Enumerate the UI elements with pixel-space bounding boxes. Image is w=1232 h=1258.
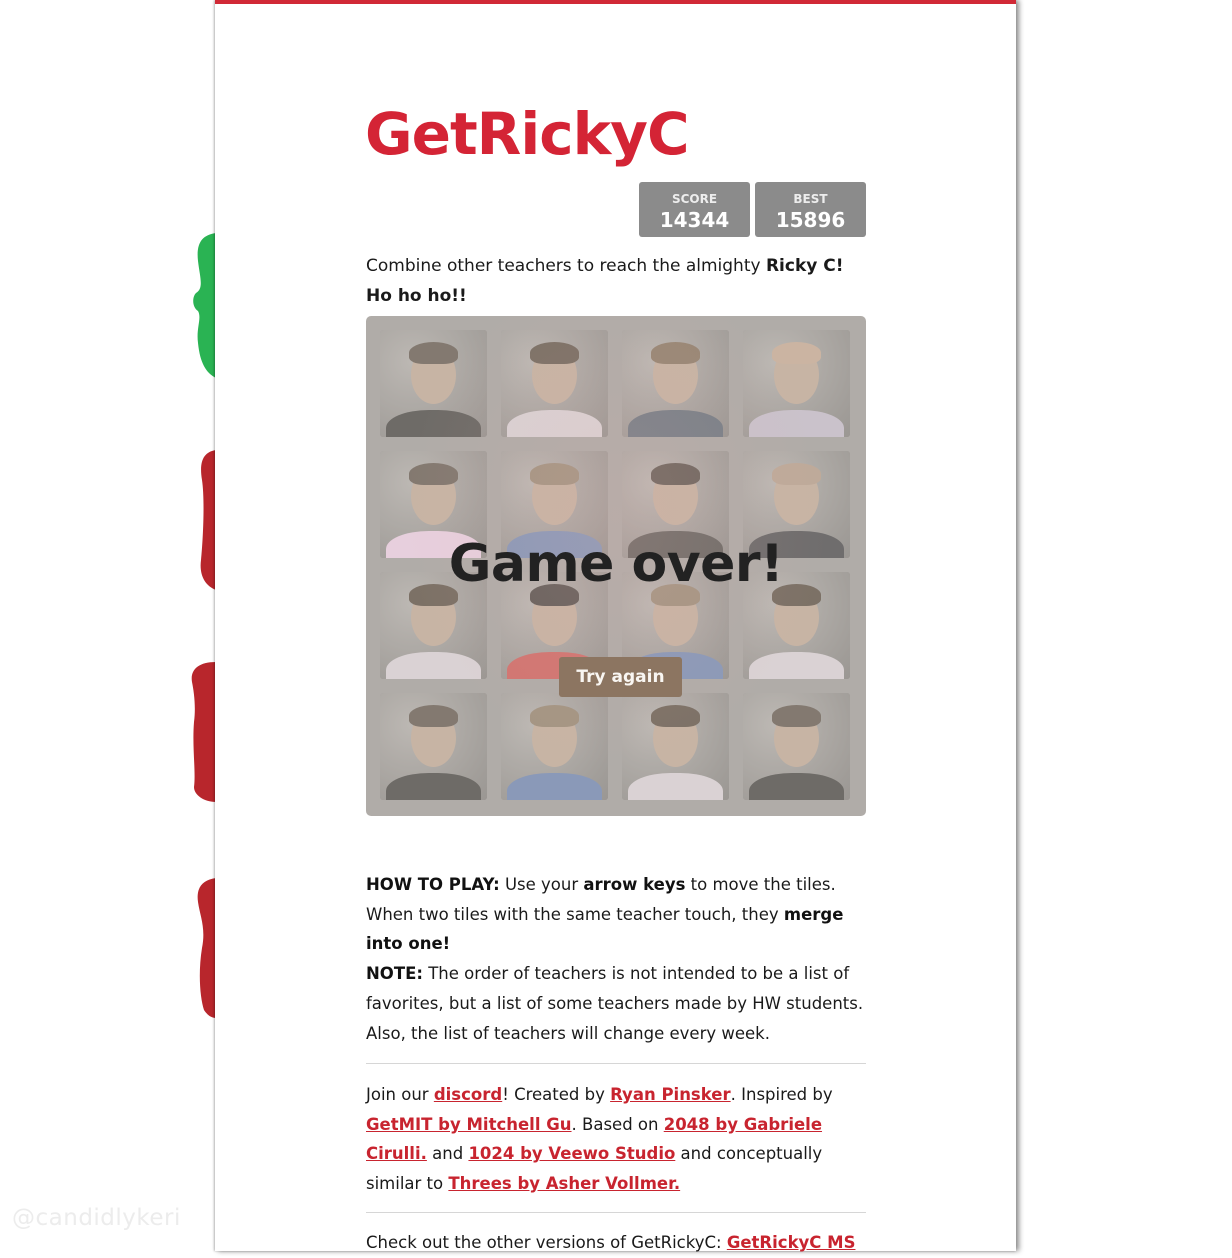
score-label: SCORE [671, 192, 718, 206]
red-decoration-shape [200, 450, 216, 590]
red-decoration-shape [191, 662, 216, 802]
red-decoration-shape [197, 878, 216, 1018]
divider [366, 1212, 866, 1213]
other-versions-text: Check out the other versions of GetRicky… [366, 1233, 727, 1252]
credits-text: . Based on [571, 1114, 664, 1134]
ms-version-link[interactable]: GetRickyC MS [727, 1233, 856, 1252]
score-value: 14344 [659, 208, 730, 232]
best-box: BEST 15896 [755, 182, 866, 237]
credits-text: and [426, 1144, 469, 1164]
note-label: NOTE: [366, 964, 423, 984]
author-link[interactable]: Ryan Pinsker [610, 1085, 731, 1104]
game-board[interactable]: Game over! Try again [366, 316, 866, 816]
score-box: SCORE 14344 [639, 182, 750, 237]
game-over-message: Game over! [448, 534, 784, 594]
credits-text: . Inspired by [730, 1085, 833, 1104]
how-to-play: HOW TO PLAY: Use your arrow keys to move… [366, 870, 866, 1048]
veewo-link[interactable]: 1024 by Veewo Studio [468, 1144, 675, 1163]
how-to-text: Use your [499, 875, 584, 894]
threes-link[interactable]: Threes by Asher Vollmer. [448, 1174, 680, 1193]
best-label: BEST [793, 192, 828, 206]
credits-text: Join our [366, 1085, 434, 1104]
watermark-text: @candidlykeri [12, 1205, 181, 1231]
how-to-label: HOW TO PLAY: [366, 875, 500, 894]
credits: Join our discord! Created by Ryan Pinske… [366, 1080, 866, 1199]
game-title: GetRickyC [365, 100, 690, 168]
page-container: GetRickyC SCORE 14344 BEST 15896 Combine… [215, 0, 1016, 1252]
green-decoration-shape [193, 233, 216, 378]
credits-text: ! Created by [502, 1085, 611, 1104]
intro-text: Combine other teachers to reach the almi… [366, 251, 866, 311]
try-again-button[interactable]: Try again [559, 657, 682, 697]
note-text: The order of teachers is not intended to… [366, 964, 864, 1043]
getmit-link[interactable]: GetMIT by Mitchell Gu [366, 1115, 572, 1134]
intro-plain: Combine other teachers to reach the almi… [366, 256, 766, 276]
divider [366, 1063, 866, 1064]
other-versions: Check out the other versions of GetRicky… [366, 1228, 866, 1258]
best-value: 15896 [775, 208, 846, 232]
discord-link[interactable]: discord [434, 1085, 502, 1104]
arrow-keys-bold: arrow keys [583, 875, 686, 894]
